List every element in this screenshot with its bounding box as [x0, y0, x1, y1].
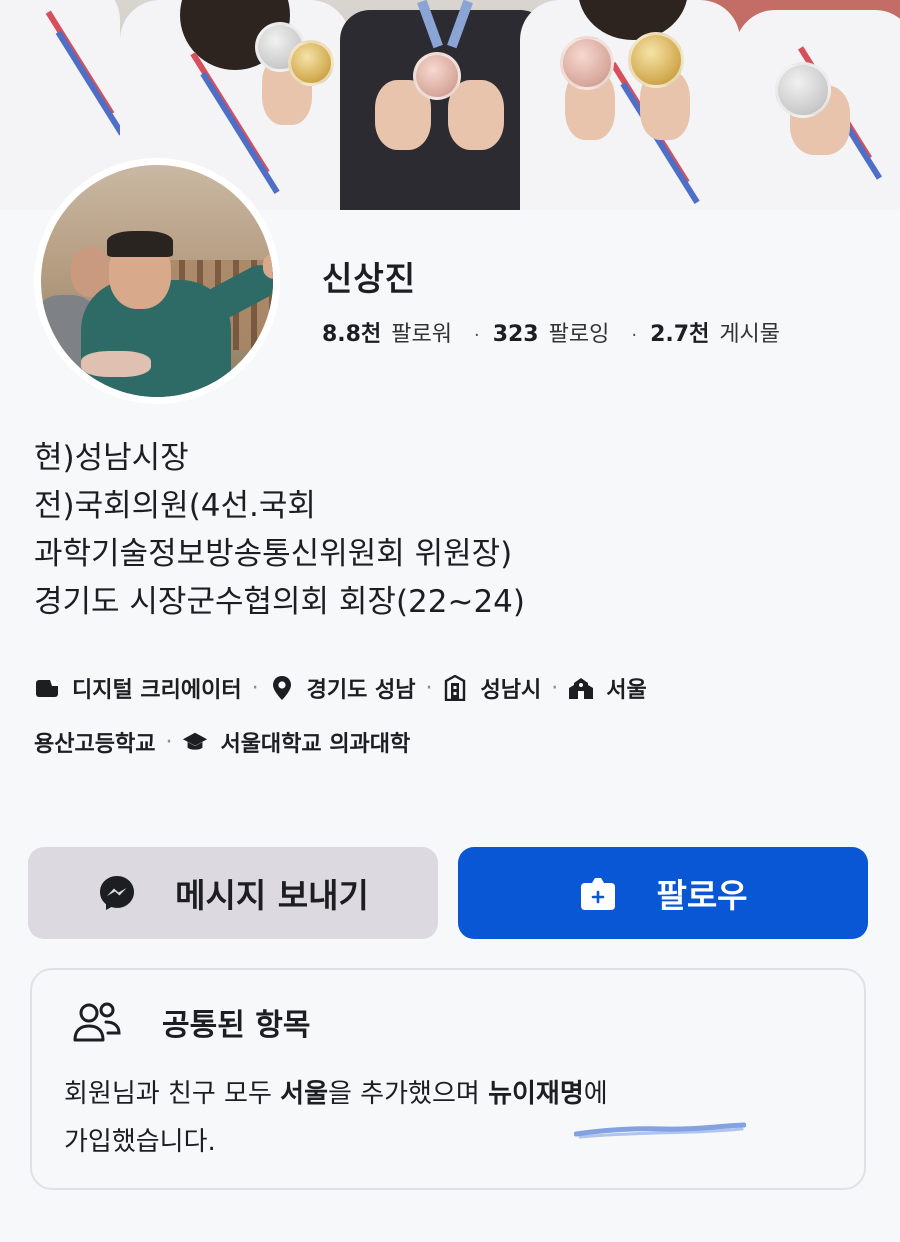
- map-pin-icon: [269, 675, 295, 701]
- mutual-title: 공통된 항목: [72, 1000, 310, 1044]
- followers-count[interactable]: 8.8천: [322, 316, 381, 348]
- posts-count[interactable]: 2.7천: [650, 316, 709, 348]
- detail-location[interactable]: 경기도 성남: [307, 672, 416, 704]
- messenger-icon: [97, 873, 137, 913]
- medal-image: [288, 40, 334, 86]
- city-building-icon: [442, 675, 468, 701]
- school-icon: [568, 675, 594, 701]
- profile-avatar[interactable]: [34, 158, 280, 404]
- posts-label[interactable]: 게시물: [719, 316, 780, 348]
- profile-details-cont: 용산고등학교 · 서울대학교 의과대학: [34, 726, 874, 758]
- mutual-description: 회원님과 친구 모두 서울을 추가했으며 뉴이재명에 가입했습니다.: [64, 1079, 608, 1157]
- profile-bio: 현)성남시장 전)국회의원(4선.국회 과학기술정보방송통신위원회 위원장) 경…: [34, 434, 874, 626]
- bio-line: 과학기술정보방송통신위원회 위원장): [34, 536, 513, 572]
- follow-button[interactable]: 팔로우: [458, 847, 868, 939]
- avatar-photo: [41, 165, 273, 397]
- medal-image: [775, 62, 831, 118]
- medal-image: [628, 32, 684, 88]
- following-count[interactable]: 323: [493, 322, 539, 347]
- detail-school[interactable]: 서울: [606, 672, 646, 704]
- following-label[interactable]: 팔로잉: [549, 316, 610, 348]
- detail-city[interactable]: 성남시: [480, 672, 541, 704]
- bio-line: 경기도 시장군수협의회 회장(22~24): [34, 584, 526, 620]
- bio-line: 현)성남시장: [34, 440, 189, 476]
- highlight-scribble: [574, 1122, 746, 1139]
- bio-line: 전)국회의원(4선.국회: [34, 488, 316, 524]
- profile-name: 신상진: [322, 259, 417, 298]
- detail-category: 디지털 크리에이터: [72, 678, 242, 703]
- message-button[interactable]: 메시지 보내기: [28, 847, 438, 939]
- mutual-highlight-place[interactable]: 서울: [280, 1079, 328, 1109]
- graduation-cap-icon: [182, 729, 208, 755]
- people-icon: [72, 1000, 122, 1044]
- follow-button-label: 팔로우: [656, 876, 748, 915]
- mutual-title-text: 공통된 항목: [162, 1008, 311, 1043]
- profile-details: 디지털 크리에이터 · 경기도 성남 · 성남시 · 서울: [34, 672, 874, 704]
- detail-university[interactable]: 서울대학교 의과대학: [220, 726, 410, 758]
- detail-school-cont[interactable]: 용산고등학교: [34, 726, 155, 758]
- mutual-info-card: 공통된 항목 회원님과 친구 모두 서울을 추가했으며 뉴이재명에 가입했습니다…: [30, 968, 866, 1190]
- follow-plus-icon: [578, 875, 618, 911]
- followers-label[interactable]: 팔로워: [391, 316, 452, 348]
- medal-image: [560, 36, 614, 90]
- stat-separator: ·: [473, 325, 480, 346]
- medal-image: [413, 52, 461, 100]
- stat-separator: ·: [631, 325, 638, 346]
- message-button-label: 메시지 보내기: [175, 876, 369, 915]
- mutual-highlight-group[interactable]: 뉴이재명: [488, 1079, 584, 1109]
- clapperboard-icon: [34, 675, 60, 701]
- cover-person: [340, 10, 550, 210]
- profile-stats: 8.8천 팔로워 · 323 팔로잉 · 2.7천 게시물: [322, 316, 780, 348]
